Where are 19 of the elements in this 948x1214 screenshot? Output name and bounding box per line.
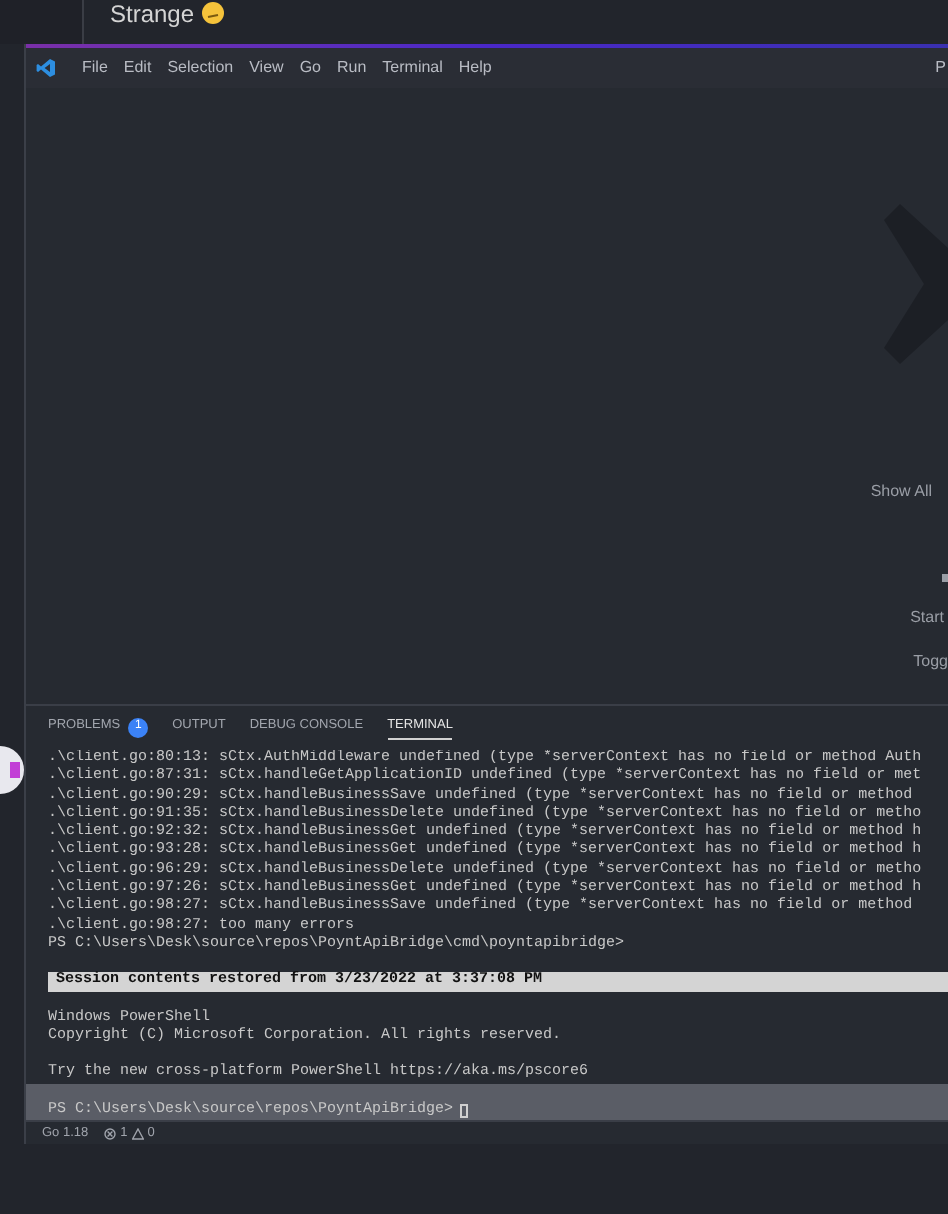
menu-item[interactable]: File — [82, 56, 108, 80]
start-link[interactable]: Start — [910, 606, 948, 630]
cursor-icon — [459, 1103, 468, 1118]
toggle-link[interactable]: Togg — [913, 650, 948, 674]
menu-item[interactable]: Edit — [123, 56, 152, 80]
shortcut-key-icon — [942, 574, 948, 582]
warning-icon — [131, 1127, 144, 1140]
vscode-logo-icon — [36, 58, 56, 78]
menu-item[interactable]: Selection — [167, 56, 234, 80]
window-title: P — [935, 56, 948, 80]
menu-item[interactable]: Terminal — [382, 56, 443, 80]
chat-message: Strange — [110, 0, 195, 32]
show-all-link[interactable]: Show All — [870, 480, 948, 504]
menu-item[interactable]: Run — [336, 56, 367, 80]
error-icon — [104, 1127, 117, 1140]
menu-item[interactable]: View — [249, 56, 284, 80]
menu-item[interactable]: Go — [299, 56, 321, 80]
menu-item[interactable]: Help — [458, 56, 492, 80]
emoji-icon — [202, 2, 225, 24]
